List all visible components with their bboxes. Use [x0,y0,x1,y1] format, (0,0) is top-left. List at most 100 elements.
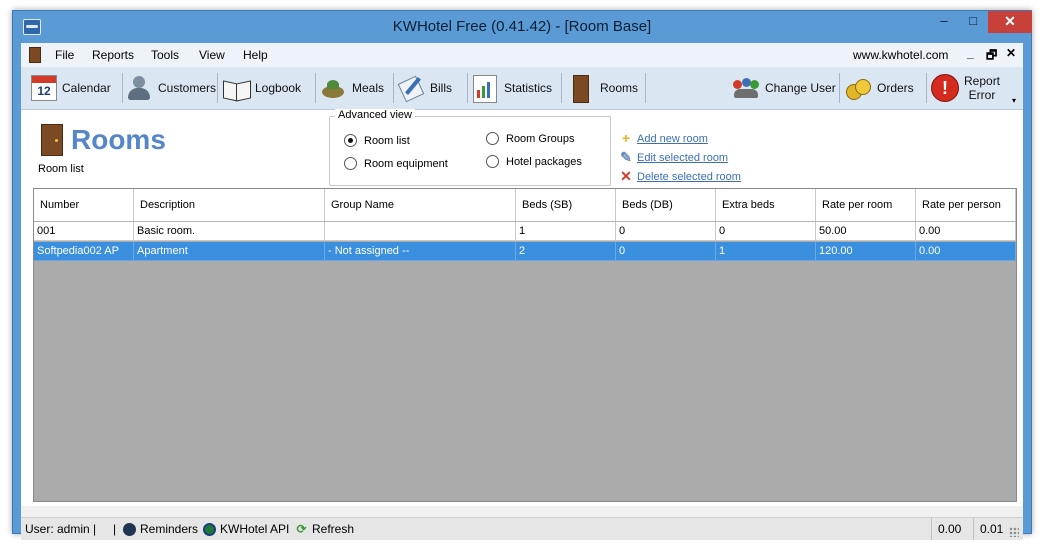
menu-reports[interactable]: Reports [92,48,134,62]
table-cell[interactable] [325,222,516,241]
table-cell[interactable]: Softpedia002 AP [34,242,134,261]
table-cell[interactable]: 50.00 [816,222,916,241]
column-header[interactable]: Beds (SB) [516,189,616,221]
menu-bar: File Reports Tools View Help www.kwhotel… [21,43,1023,68]
menu-file[interactable]: File [55,48,74,62]
table-cell[interactable]: 2 [516,242,616,261]
rooms-table: Number Description Group Name Beds (SB) … [33,188,1017,502]
toolbar-separator [839,73,840,103]
report-error-label: Report Error [964,74,1000,102]
radio-room-equipment[interactable]: Room equipment [344,157,448,170]
statistics-icon [471,74,499,103]
mdi-restore-button[interactable]: 🗗 [986,46,997,67]
table-cell[interactable]: 0.00 [916,222,1016,241]
table-cell[interactable]: 1 [516,222,616,241]
calendar-day-number: 12 [37,84,51,98]
window-title: KWHotel Free (0.41.42) - [Room Base] [392,18,652,35]
meals-button[interactable]: Meals [319,72,384,104]
reminders-button[interactable]: Reminders [123,522,198,536]
edit-room-link[interactable]: Edit selected room [637,152,728,164]
delete-room-link[interactable]: Delete selected room [637,171,741,183]
table-row[interactable]: 001 Basic room. 1 0 0 50.00 0.00 [34,222,1016,241]
column-header[interactable]: Rate per room [816,189,916,221]
plus-icon: + [621,130,631,146]
radio-label: Room equipment [364,157,448,170]
table-cell[interactable]: 1 [716,242,816,261]
customers-button[interactable]: Customers [125,72,216,104]
app-window: KWHotel Free (0.41.42) - [Room Base] – □… [12,10,1032,540]
website-link[interactable]: www.kwhotel.com [853,48,948,62]
toolbar-separator [645,73,646,103]
users-icon [732,74,760,102]
table-cell[interactable]: - Not assigned -- [325,242,516,261]
menu-help[interactable]: Help [243,48,268,62]
table-cell[interactable]: 120.00 [816,242,916,261]
kwhotel-api-button[interactable]: KWHotel API [203,522,289,536]
logbook-icon [222,74,251,102]
radio-label: Hotel packages [506,155,582,168]
table-cell[interactable]: 0 [616,242,716,261]
change-user-button[interactable]: Change User [732,72,836,104]
toolbar-separator [926,73,927,103]
status-separator: | [113,522,117,536]
delete-room-action[interactable]: ✕ Delete selected room [619,169,741,184]
table-cell[interactable]: Basic room. [134,222,325,241]
mdi-close-button[interactable]: ✕ [1006,46,1016,60]
edit-room-action[interactable]: ✎ Edit selected room [619,149,728,165]
advanced-view-group: Advanced view Room list Room equipment R… [329,109,611,186]
title-bar[interactable]: KWHotel Free (0.41.42) - [Room Base] – □… [13,11,1032,43]
customers-label: Customers [158,81,217,95]
menu-view[interactable]: View [199,48,225,62]
error-icon: ! [931,74,959,102]
meals-label: Meals [352,81,385,95]
calendar-icon: 12 [31,75,57,101]
radio-label: Room Groups [506,132,575,145]
mdi-minimize-button[interactable]: _ [967,46,974,60]
resize-grip-icon[interactable] [1009,527,1019,537]
table-row-selected[interactable]: Softpedia002 AP Apartment - Not assigned… [34,242,1016,261]
table-cell[interactable]: 0.00 [916,242,1016,261]
radio-room-groups[interactable]: Room Groups [486,132,574,145]
radio-room-list[interactable]: Room list [344,134,410,147]
table-cell[interactable]: 0 [716,222,816,241]
rooms-button[interactable]: Rooms [567,72,638,104]
column-header[interactable]: Extra beds [716,189,816,221]
document-icon[interactable] [29,47,41,63]
maximize-button[interactable]: □ [959,11,987,33]
column-header[interactable]: Rate per person [916,189,1016,221]
customers-icon [125,74,153,102]
column-header[interactable]: Group Name [325,189,516,221]
menu-tools[interactable]: Tools [151,48,179,62]
status-user: User: admin | [25,522,97,536]
calendar-button[interactable]: 12 Calendar [31,72,111,104]
report-error-button[interactable]: ! Report Error [931,72,1000,104]
door-icon [567,74,595,103]
column-header[interactable]: Description [134,189,325,221]
edit-icon: ✎ [620,149,632,165]
column-header[interactable]: Beds (DB) [616,189,716,221]
column-header[interactable]: Number [34,189,134,221]
add-room-action[interactable]: + Add new room [619,130,708,146]
reminders-icon [123,522,136,536]
bills-button[interactable]: Bills [397,72,452,104]
refresh-button[interactable]: ⟳ Refresh [295,522,354,536]
radio-label: Room list [364,134,410,147]
statistics-label: Statistics [504,81,553,95]
table-cell[interactable]: Apartment [134,242,325,261]
radio-hotel-packages[interactable]: Hotel packages [486,155,582,168]
report-error-line1: Report [964,74,1001,88]
add-room-link[interactable]: Add new room [637,133,708,145]
logbook-button[interactable]: Logbook [222,72,301,104]
calendar-label: Calendar [62,81,111,95]
minimize-button[interactable]: – [930,11,958,33]
status-bar: User: admin | | Reminders KWHotel API ⟳ … [21,517,1023,540]
advanced-view-legend: Advanced view [335,109,415,121]
table-cell[interactable]: 0 [616,222,716,241]
close-button[interactable]: ✕ [988,11,1032,33]
toolbar-overflow-icon[interactable]: ▾ [1012,96,1016,105]
toolbar-separator [561,73,562,103]
toolbar-separator [467,73,468,103]
table-cell[interactable]: 001 [34,222,134,241]
orders-button[interactable]: Orders [844,72,914,104]
statistics-button[interactable]: Statistics [471,72,552,104]
